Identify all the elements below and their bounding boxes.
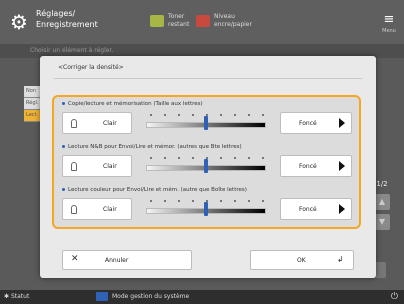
dialog-title: <Corriger la densité> [58, 64, 124, 71]
toner-label: Toner restant [168, 13, 190, 28]
slider-thumb[interactable] [204, 116, 208, 130]
section-label: Copie/lecture et mémorisation (Taille au… [62, 101, 203, 107]
section-label-text: Copie/lecture et mémorisation (Taille au… [68, 101, 203, 107]
slider-thumb[interactable] [204, 159, 208, 173]
ok-button[interactable]: OK ↲ [250, 250, 354, 270]
density-dialog: <Corriger la densité> Copie/lecture et m… [40, 56, 376, 278]
lighter-label: Clair [103, 163, 117, 170]
light-icon [71, 119, 77, 128]
slider-tick [192, 157, 194, 159]
top-bar: ⚙ Réglages/ Enregistrement Toner restant… [0, 0, 404, 44]
slider-tick [248, 157, 250, 159]
slider-tick [150, 200, 152, 202]
slider-tick [234, 157, 236, 159]
slider-tick [220, 114, 222, 116]
section-label: Lecture N&B pour Envoi/Lire et mémor. (a… [62, 144, 242, 150]
density-settings-group: Copie/lecture et mémorisation (Taille au… [52, 95, 361, 229]
play-arrow-icon [339, 118, 345, 128]
light-icon [71, 205, 77, 214]
cancel-label: Annuler [105, 257, 129, 264]
slider-tick [220, 200, 222, 202]
slider-tick [248, 200, 250, 202]
device-mode: Mode gestion du système [96, 290, 189, 304]
power-icon[interactable]: ⏻ [391, 290, 398, 304]
status-icon: ✱ [4, 293, 10, 300]
section-label: Lecture couleur pour Envoi/Lire et mém. … [62, 187, 247, 193]
menu-label: Menu [382, 28, 396, 34]
slider-tick [262, 200, 264, 202]
slider-tick [150, 114, 152, 116]
lighter-label: Clair [103, 120, 117, 127]
slider-tick [262, 114, 264, 116]
play-arrow-icon [339, 204, 345, 214]
density-slider[interactable] [142, 155, 270, 177]
section-label-text: Lecture couleur pour Envoi/Lire et mém. … [68, 187, 247, 193]
bullet-icon [62, 145, 65, 148]
slider-tick [164, 114, 166, 116]
status-bar: ✱ Statut Mode gestion du système ⏻ [0, 290, 404, 304]
density-slider[interactable] [142, 112, 270, 134]
paper-icon [196, 15, 210, 27]
lighter-button[interactable]: Clair [62, 198, 132, 220]
settings-gear-icon: ⚙ [10, 10, 28, 34]
slider-tick [248, 114, 250, 116]
density-row: Clair Foncé [62, 112, 352, 134]
slider-tick [164, 157, 166, 159]
device-mode-icon [96, 292, 108, 301]
slider-tick [178, 200, 180, 202]
darker-button[interactable]: Foncé [280, 112, 352, 134]
slider-tick [192, 114, 194, 116]
ok-label: OK [297, 257, 306, 264]
bullet-icon [62, 102, 65, 105]
slider-tick [178, 157, 180, 159]
paper-indicator[interactable]: Niveau encre/papier [196, 13, 252, 31]
play-arrow-icon [339, 161, 345, 171]
darker-label: Foncé [299, 206, 317, 213]
close-icon: ✕ [71, 254, 79, 264]
darker-button[interactable]: Foncé [280, 198, 352, 220]
scroll-up-icon: ▲ [374, 194, 390, 210]
bullet-icon [62, 188, 65, 191]
slider-thumb[interactable] [204, 202, 208, 216]
darker-label: Foncé [299, 163, 317, 170]
device-mode-label: Mode gestion du système [112, 293, 190, 300]
toner-icon [150, 15, 164, 27]
section-label-text: Lecture N&B pour Envoi/Lire et mémor. (a… [68, 144, 242, 150]
slider-tick [178, 114, 180, 116]
enter-icon: ↲ [337, 255, 344, 264]
scroll-down-icon: ▼ [374, 214, 390, 230]
page-title: Réglages/ Enregistrement [36, 9, 98, 29]
status-button[interactable]: ✱ Statut [4, 290, 29, 304]
cancel-button[interactable]: ✕ Annuler [62, 250, 192, 270]
slider-tick [234, 200, 236, 202]
lighter-button[interactable]: Clair [62, 112, 132, 134]
slider-tick [164, 200, 166, 202]
paper-label: Niveau encre/papier [214, 13, 252, 28]
lighter-label: Clair [103, 206, 117, 213]
slider-tick [234, 114, 236, 116]
darker-label: Foncé [299, 120, 317, 127]
status-label: Statut [10, 293, 30, 300]
divider [54, 78, 362, 79]
slider-tick [150, 157, 152, 159]
density-row: Clair Foncé [62, 198, 352, 220]
menu-button[interactable]: ≡ Menu [382, 12, 396, 34]
darker-button[interactable]: Foncé [280, 155, 352, 177]
menu-icon: ≡ [383, 12, 395, 27]
slider-tick [192, 200, 194, 202]
toner-indicator[interactable]: Toner restant [150, 13, 189, 31]
lighter-button[interactable]: Clair [62, 155, 132, 177]
slider-tick [262, 157, 264, 159]
density-row: Clair Foncé [62, 155, 352, 177]
density-slider[interactable] [142, 198, 270, 220]
slider-tick [220, 157, 222, 159]
light-icon [71, 162, 77, 171]
